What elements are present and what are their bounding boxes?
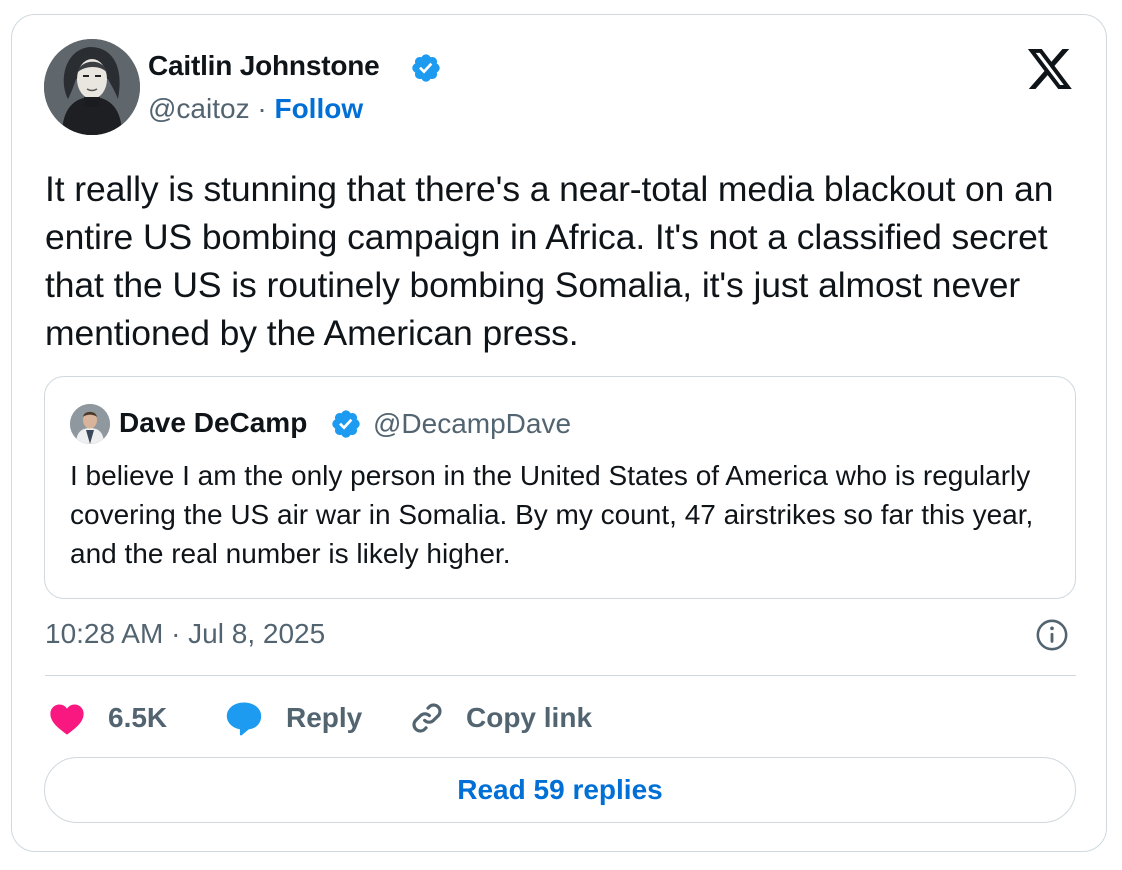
link-icon — [412, 703, 442, 733]
author-handle-line: @caitoz · Follow — [148, 93, 363, 125]
tweet-text: It really is stunning that there's a nea… — [45, 169, 1054, 353]
quoted-author-avatar[interactable] — [70, 404, 110, 444]
divider — [45, 675, 1076, 676]
quoted-author-handle: @DecampDave — [373, 408, 572, 439]
copy-link-button[interactable]: Copy link — [408, 696, 592, 740]
verified-badge-icon — [332, 410, 360, 438]
verified-badge-icon — [412, 54, 440, 82]
handle-separator: · — [257, 93, 267, 124]
quoted-author-portrait-image — [70, 404, 110, 444]
like-button[interactable]: 6.5K — [48, 696, 167, 740]
author-portrait-image — [44, 39, 140, 135]
speech-bubble-icon — [226, 702, 262, 736]
info-icon[interactable] — [1035, 618, 1069, 652]
tweet-timestamp[interactable]: 10:28 AM · Jul 8, 2025 — [45, 618, 325, 650]
reply-label: Reply — [286, 702, 363, 733]
reply-button[interactable]: Reply — [224, 696, 362, 740]
heart-icon — [50, 704, 84, 735]
author-handle[interactable]: @caitoz — [148, 93, 250, 124]
author-name[interactable]: Caitlin Johnstone — [148, 50, 380, 82]
quoted-tweet-text: I believe I am the only person in the Un… — [70, 460, 1034, 569]
author-avatar[interactable] — [44, 39, 140, 135]
quoted-tweet[interactable]: Dave DeCamp @DecampDave I believe I am t… — [44, 376, 1076, 599]
quoted-author-name: Dave DeCamp — [119, 407, 308, 438]
follow-button[interactable]: Follow — [274, 93, 363, 124]
like-count: 6.5K — [108, 702, 168, 733]
x-logo-icon[interactable] — [1026, 47, 1074, 91]
read-replies-button[interactable]: Read 59 replies — [44, 757, 1076, 823]
copy-link-label: Copy link — [466, 702, 593, 733]
